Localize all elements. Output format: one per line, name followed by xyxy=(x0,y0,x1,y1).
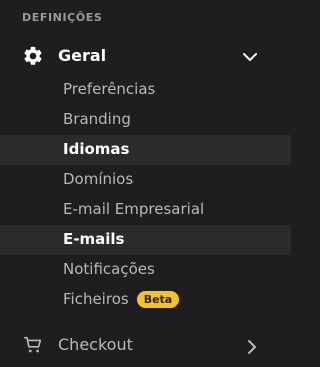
sidebar-item-label: Branding xyxy=(63,110,131,128)
sidebar-item-label-wrap: Ficheiros Beta xyxy=(63,290,180,308)
group-geral-label: Geral xyxy=(58,46,107,65)
sidebar-item-branding[interactable]: Branding xyxy=(0,105,291,135)
gear-icon xyxy=(24,46,42,65)
sidebar-item-ficheiros[interactable]: Ficheiros Beta xyxy=(0,285,291,315)
chevron-right-icon[interactable] xyxy=(243,338,261,356)
sidebar-item-email-empresarial[interactable]: E-mail Empresarial xyxy=(0,195,291,225)
sidebar-item-label: Notificações xyxy=(63,260,155,278)
sidebar-item-idiomas[interactable]: Idiomas xyxy=(0,135,291,165)
group-checkout-header[interactable]: Checkout xyxy=(0,330,291,362)
group-geral-header[interactable]: Geral xyxy=(0,40,291,72)
sidebar-item-notificacoes[interactable]: Notificações xyxy=(0,255,291,285)
sidebar-item-label: Idiomas xyxy=(63,140,130,158)
sidebar-item-preferencias[interactable]: Preferências xyxy=(0,75,291,105)
sidebar-item-label: Preferências xyxy=(63,80,156,98)
sidebar-item-dominios[interactable]: Domínios xyxy=(0,165,291,195)
group-checkout-label: Checkout xyxy=(58,335,133,354)
sidebar-item-label: Domínios xyxy=(63,170,134,188)
sidebar-item-label: E-mails xyxy=(63,230,125,248)
sidebar-item-label: Ficheiros xyxy=(63,290,129,308)
cart-icon xyxy=(23,336,42,353)
beta-badge: Beta xyxy=(136,290,180,308)
sidebar-item-label: E-mail Empresarial xyxy=(63,200,205,218)
sidebar-item-emails[interactable]: E-mails xyxy=(0,225,291,255)
section-title: DEFINIÇÕES xyxy=(22,11,103,24)
chevron-down-icon[interactable] xyxy=(241,48,259,66)
